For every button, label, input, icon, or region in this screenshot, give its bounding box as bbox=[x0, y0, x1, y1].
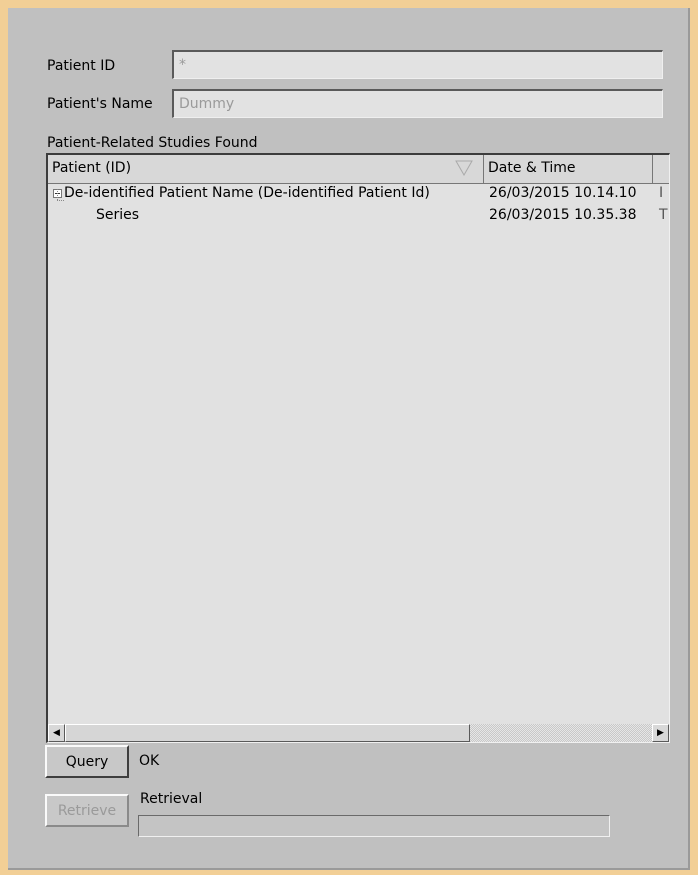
tree-row-series[interactable]: Series 26/03/2015 10.35.38 T bbox=[48, 205, 669, 227]
tree-connector-branch bbox=[57, 200, 64, 201]
query-button[interactable]: Query bbox=[45, 745, 129, 778]
sort-descending-icon bbox=[455, 160, 473, 180]
patient-id-field[interactable] bbox=[172, 50, 663, 79]
series-overflow-cell: T bbox=[659, 207, 668, 223]
column-header-patient-label: Patient (ID) bbox=[52, 160, 132, 176]
series-datetime-cell: 26/03/2015 10.35.38 bbox=[489, 207, 637, 223]
studies-section-label: Patient-Related Studies Found bbox=[47, 135, 258, 151]
column-header-patient[interactable]: Patient (ID) bbox=[48, 155, 484, 184]
column-header-extra[interactable] bbox=[653, 155, 669, 184]
column-header-datetime-label: Date & Time bbox=[488, 160, 576, 176]
series-patient-cell: Series bbox=[96, 207, 140, 223]
horizontal-scrollbar[interactable]: ◀ ▶ bbox=[48, 724, 669, 742]
query-status-text: OK bbox=[139, 753, 160, 769]
query-retrieve-panel: Patient ID Patient's Name Patient-Relate… bbox=[8, 8, 690, 870]
scroll-right-icon[interactable]: ▶ bbox=[652, 724, 669, 742]
scrollbar-thumb[interactable] bbox=[65, 724, 470, 742]
tree-row-study[interactable]: De-identified Patient Name (De-identifie… bbox=[48, 183, 669, 205]
retrieval-progress-bar bbox=[138, 815, 610, 837]
patient-name-label: Patient's Name bbox=[47, 96, 153, 112]
patient-name-field[interactable] bbox=[172, 89, 663, 118]
patient-id-label: Patient ID bbox=[47, 58, 116, 74]
study-datetime-cell: 26/03/2015 10.14.10 bbox=[489, 185, 637, 201]
tree-connector-line bbox=[57, 189, 58, 200]
scroll-left-icon[interactable]: ◀ bbox=[48, 724, 65, 742]
study-overflow-cell: I bbox=[659, 185, 664, 201]
retrieve-button[interactable]: Retrieve bbox=[45, 794, 129, 827]
column-header-datetime[interactable]: Date & Time bbox=[484, 155, 653, 184]
retrieval-label: Retrieval bbox=[140, 791, 203, 807]
study-patient-cell: De-identified Patient Name (De-identifie… bbox=[64, 185, 430, 201]
studies-tree-list[interactable]: Patient (ID) Date & Time De-identified P… bbox=[46, 153, 670, 743]
